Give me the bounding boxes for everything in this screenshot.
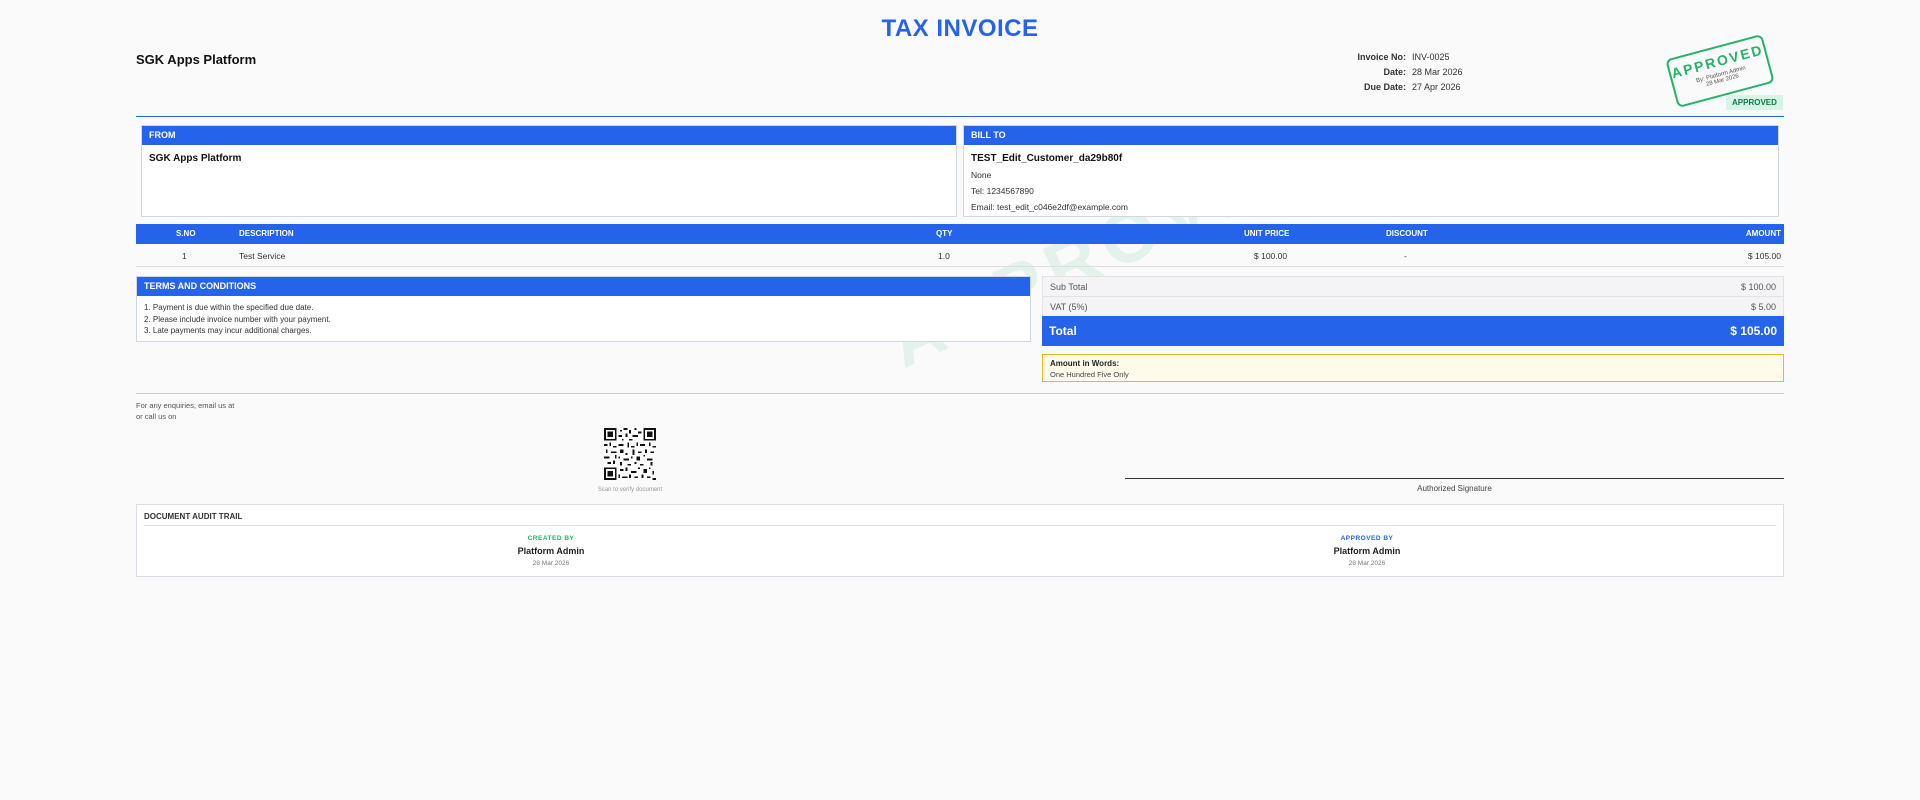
list-item: 3. Late payments may incur additional ch… <box>144 326 312 335</box>
terms-list: 1. Payment is due within the specified d… <box>144 302 1030 337</box>
col-description: DESCRIPTION <box>239 229 294 238</box>
invoice-meta: Invoice No: INV-0025 Date: 28 Mar 2026 D… <box>1346 50 1463 95</box>
audit-approved: APPROVED BY Platform Admin 28 Mar 2026 <box>1217 535 1517 567</box>
row-sno: 1 <box>182 251 187 261</box>
customer-phone: Tel: 1234567890 <box>971 186 1034 196</box>
created-by-label: CREATED BY <box>527 535 575 542</box>
list-item: 2. Please include invoice number with yo… <box>144 314 331 324</box>
col-amount: AMOUNT <box>1745 229 1781 238</box>
audit-created: CREATED BY Platform Admin 28 Mar 2026 <box>401 535 701 567</box>
row-qty: 1.0 <box>938 251 950 261</box>
vat-value: $ 5.00 <box>1750 302 1776 312</box>
footer-divider <box>136 393 1784 394</box>
invoice-number-value: INV-0025 <box>1412 52 1450 62</box>
contact-info: For any enquiries, email us at or call u… <box>136 400 234 422</box>
signature-label: Authorized Signature <box>1417 484 1492 493</box>
due-date-value: 27 Apr 2026 <box>1412 82 1461 92</box>
approved-by-date: 28 Mar 2026 <box>1348 560 1386 567</box>
row-description: Test Service <box>239 251 286 261</box>
totals-panel: Sub Total $ 100.00 VAT (5%) $ 5.00 Total… <box>1042 276 1784 346</box>
due-date-label: Due Date: <box>1363 82 1406 92</box>
created-by-name: Platform Admin <box>517 546 585 556</box>
list-item: 1. Payment is due within the specified d… <box>144 303 314 312</box>
amount-in-words-label: Amount in Words: <box>1050 359 1120 368</box>
col-discount: DISCOUNT <box>1386 229 1428 238</box>
header-divider <box>136 116 1784 117</box>
row-amount: $ 105.00 <box>1747 251 1781 261</box>
total-value: $ 105.00 <box>1730 324 1777 338</box>
audit-trail: DOCUMENT AUDIT TRAIL CREATED BY Platform… <box>136 504 1784 577</box>
created-by-date: 28 Mar 2026 <box>532 560 570 567</box>
signature-line <box>1125 478 1784 479</box>
from-panel: FROM SGK Apps Platform <box>141 125 957 217</box>
audit-heading: DOCUMENT AUDIT TRAIL <box>144 512 243 521</box>
amount-in-words-value: One Hundred Five Only <box>1050 370 1129 379</box>
row-discount: - <box>1404 251 1407 261</box>
subtotal-label: Sub Total <box>1050 282 1088 292</box>
due-date-row: Due Date: 27 Apr 2026 <box>1346 80 1463 95</box>
from-heading: FROM <box>142 126 956 145</box>
approved-by-label: APPROVED BY <box>1340 535 1394 542</box>
qr-caption: Scan to verify document <box>597 487 663 493</box>
qr-code-icon <box>604 428 656 480</box>
invoice-number-label: Invoice No: <box>1357 52 1406 62</box>
page-title: TAX INVOICE <box>881 15 1039 42</box>
bill-to-panel: BILL TO TEST_Edit_Customer_da29b80f None… <box>963 125 1779 217</box>
invoice-page: APPROVED TAX INVOICE SGK Apps Platform I… <box>136 0 1784 800</box>
col-qty: QTY <box>936 229 953 238</box>
total-label: Total <box>1049 324 1077 338</box>
customer-address: None <box>971 170 992 180</box>
vat-label: VAT (5%) <box>1050 302 1088 312</box>
bill-to-heading: BILL TO <box>964 126 1778 145</box>
row-unit-price: $ 100.00 <box>1254 251 1288 261</box>
invoice-date-row: Date: 28 Mar 2026 <box>1346 65 1463 80</box>
approved-by-name: Platform Admin <box>1333 546 1401 556</box>
subtotal-value: $ 100.00 <box>1740 282 1776 292</box>
table-row: 1 Test Service 1.0 $ 100.00 - $ 105.00 <box>136 245 1784 267</box>
items-table-header: S.NO DESCRIPTION QTY UNIT PRICE DISCOUNT… <box>136 224 1784 244</box>
invoice-number-row: Invoice No: INV-0025 <box>1346 50 1463 65</box>
invoice-date-value: 28 Mar 2026 <box>1412 67 1463 77</box>
amount-in-words: Amount in Words: One Hundred Five Only <box>1042 354 1784 382</box>
col-sno: S.NO <box>176 229 196 238</box>
subtotal-row: Sub Total $ 100.00 <box>1042 276 1784 296</box>
audit-divider <box>144 525 1776 526</box>
terms-heading: TERMS AND CONDITIONS <box>137 277 1030 296</box>
col-unit-price: UNIT PRICE <box>1244 229 1290 238</box>
contact-phone-line: or call us on <box>136 412 177 421</box>
status-badge: APPROVED <box>1726 95 1783 110</box>
company-name: SGK Apps Platform <box>136 52 257 67</box>
total-row: Total $ 105.00 <box>1042 316 1784 346</box>
from-name: SGK Apps Platform <box>149 153 242 164</box>
customer-email: Email: test_edit_c046e2df@example.com <box>971 202 1128 212</box>
vat-row: VAT (5%) $ 5.00 <box>1042 296 1784 316</box>
invoice-date-label: Date: <box>1383 67 1406 77</box>
contact-email-line: For any enquiries, email us at <box>136 401 235 410</box>
terms-panel: TERMS AND CONDITIONS 1. Payment is due w… <box>136 276 1031 342</box>
customer-name: TEST_Edit_Customer_da29b80f <box>971 153 1123 164</box>
